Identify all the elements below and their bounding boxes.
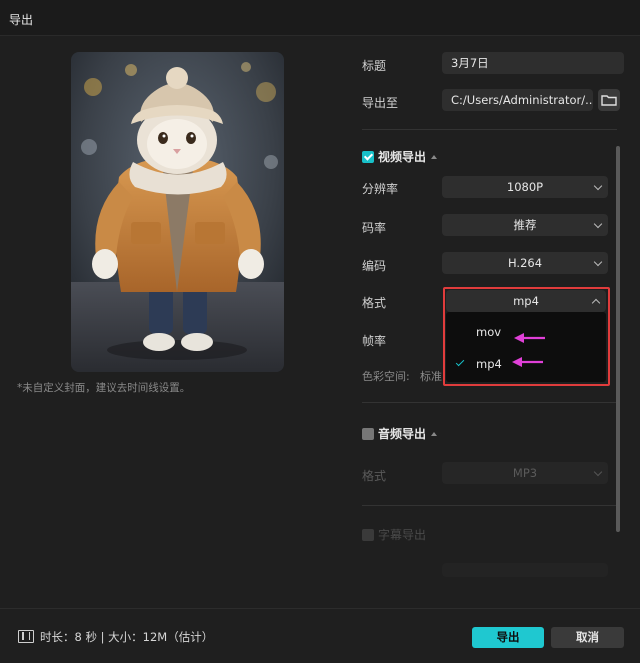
chevron-down-icon	[593, 467, 603, 477]
format-option-label: mov	[476, 325, 502, 339]
bitrate-select[interactable]: 推荐	[442, 214, 608, 236]
export-button[interactable]: 导出	[472, 627, 544, 648]
browse-folder-button[interactable]	[598, 89, 620, 111]
audio-format-label: 格式	[362, 469, 387, 483]
colorspace-label: 色彩空间:	[362, 370, 410, 383]
audio-export-title: 音频导出	[378, 427, 427, 441]
subtitle-export-header[interactable]: 字幕导出	[362, 526, 426, 543]
resolution-value: 1080P	[506, 180, 544, 194]
annotation-arrow-icon	[514, 333, 545, 343]
framerate-label: 帧率	[362, 334, 387, 348]
subtitle-export-checkbox[interactable]	[362, 528, 374, 541]
export-to-label: 导出至	[362, 96, 399, 110]
collapse-caret-icon[interactable]	[431, 154, 438, 159]
format-select[interactable]: mp4	[446, 290, 606, 312]
chevron-down-icon	[593, 257, 603, 267]
bitrate-value: 推荐	[513, 218, 537, 232]
chevron-down-icon	[593, 219, 603, 229]
divider	[362, 129, 617, 130]
audio-export-header[interactable]: 音频导出	[362, 425, 438, 442]
cancel-button[interactable]: 取消	[551, 627, 624, 648]
chevron-up-icon	[591, 298, 601, 308]
chevron-down-icon	[593, 181, 603, 191]
divider	[362, 402, 617, 403]
video-export-checkbox[interactable]	[362, 150, 374, 163]
cover-preview-image[interactable]	[71, 52, 284, 372]
audio-format-select[interactable]: MP3	[442, 462, 608, 484]
format-option-label: mp4	[476, 357, 502, 371]
collapse-caret-icon[interactable]	[431, 431, 438, 436]
divider	[362, 505, 617, 506]
codec-select[interactable]: H.264	[442, 252, 608, 274]
format-value: mp4	[513, 294, 539, 308]
audio-export-checkbox[interactable]	[362, 427, 374, 440]
export-path-input[interactable]: C:/Users/Administrator/...	[442, 89, 593, 111]
scrollbar[interactable]	[616, 146, 620, 532]
subtitle-export-title: 字幕导出	[378, 528, 427, 542]
title-input[interactable]: 3月7日	[442, 52, 624, 74]
format-label: 格式	[362, 296, 387, 310]
window-title: 导出	[9, 13, 34, 27]
resolution-select[interactable]: 1080P	[442, 176, 608, 198]
subtitle-format-select[interactable]	[442, 563, 608, 577]
format-dropdown-menu: mov mp4	[446, 312, 606, 382]
bitrate-label: 码率	[362, 221, 387, 235]
folder-icon	[601, 95, 617, 106]
annotation-arrow-icon	[512, 357, 543, 367]
video-export-title: 视频导出	[378, 150, 427, 164]
title-label: 标题	[362, 59, 387, 73]
duration-size-info: 时长：8 秒 | 大小：12M（估计）	[40, 630, 214, 644]
cat-illustration	[71, 52, 284, 372]
codec-value: H.264	[507, 256, 543, 270]
codec-label: 编码	[362, 259, 387, 273]
checkmark-icon	[455, 357, 465, 367]
film-icon	[18, 630, 34, 643]
title-bar: 导出	[0, 0, 640, 36]
footer: 时长：8 秒 | 大小：12M（估计） 导出 取消	[0, 608, 640, 663]
colorspace-value: 标准	[420, 370, 442, 383]
cover-note: *未自定义封面，建议去时间线设置。	[17, 382, 191, 394]
video-export-header[interactable]: 视频导出	[362, 148, 438, 165]
audio-format-value: MP3	[512, 466, 538, 480]
resolution-label: 分辨率	[362, 182, 399, 196]
